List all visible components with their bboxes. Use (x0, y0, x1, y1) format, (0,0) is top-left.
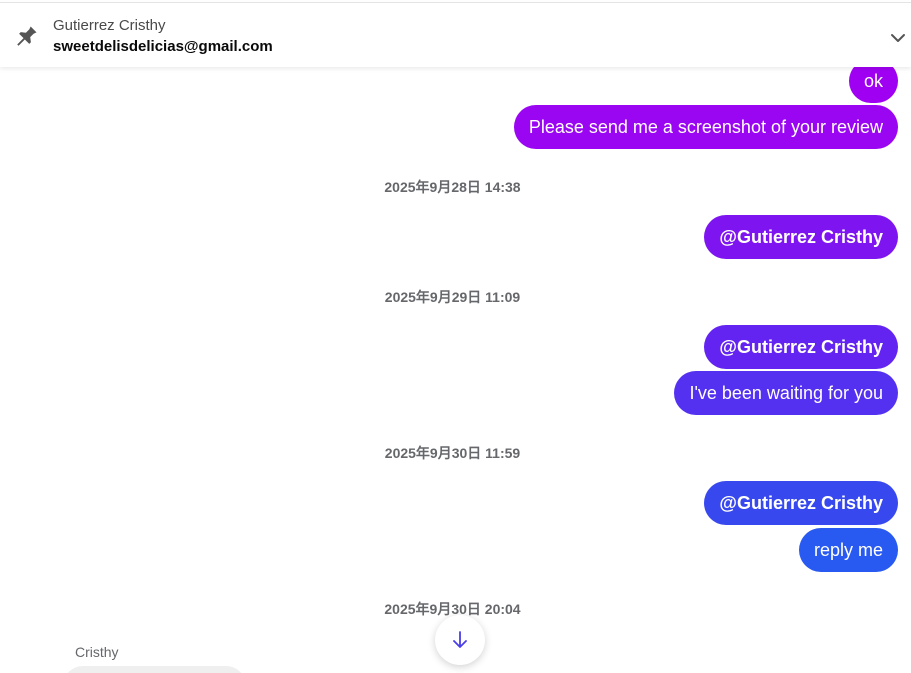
scroll-to-bottom-button[interactable] (435, 615, 485, 665)
message-bubble-outgoing[interactable]: @Gutierrez Cristhy (704, 481, 898, 525)
pinned-message-text: sweetdelisdelicias@gmail.com (53, 38, 273, 55)
message-bubble-incoming[interactable] (63, 666, 246, 673)
incoming-sender-name: Cristhy (75, 644, 119, 660)
message-bubble-outgoing[interactable]: Please send me a screenshot of your revi… (513, 105, 898, 149)
chevron-down-icon[interactable] (888, 28, 908, 48)
pinned-message-bar[interactable]: Gutierrez Cristhy sweetdelisdelicias@gma… (0, 2, 911, 67)
timestamp: 2025年9月30日 11:59 (384, 445, 521, 461)
chat-window: Gutierrez Cristhy sweetdelisdelicias@gma… (0, 0, 911, 673)
message-bubble-outgoing[interactable]: reply me (798, 528, 898, 572)
message-bubble-outgoing[interactable]: @Gutierrez Cristhy (704, 215, 898, 259)
message-bubble-outgoing[interactable]: I've been waiting for you (674, 371, 898, 415)
pin-icon (12, 23, 40, 51)
timestamp: 2025年9月29日 11:09 (384, 289, 521, 305)
message-bubble-outgoing[interactable]: @Gutierrez Cristhy (704, 325, 898, 369)
arrow-down-icon (453, 631, 467, 648)
pinned-sender-name: Gutierrez Cristhy (53, 17, 166, 34)
timestamp: 2025年9月28日 14:38 (384, 179, 521, 195)
